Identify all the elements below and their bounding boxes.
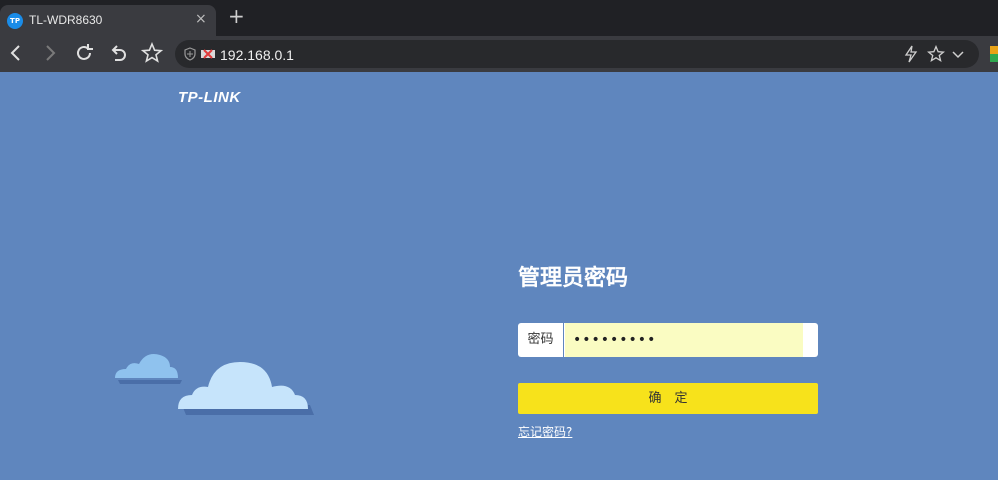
url-text[interactable]: 192.168.0.1	[220, 47, 294, 63]
undo-icon[interactable]	[107, 42, 129, 64]
page-title: 管理员密码	[518, 266, 629, 291]
password-input[interactable]: •••••••••	[565, 323, 803, 357]
not-secure-icon[interactable]	[200, 48, 216, 60]
clouds-illustration	[115, 354, 314, 415]
tp-link-favicon-icon: TP	[7, 13, 23, 29]
password-field-group: 密码 •••••••••	[518, 323, 818, 357]
lightning-icon[interactable]	[903, 45, 919, 63]
tp-link-logo: TP-LINK	[178, 89, 241, 106]
tab-title: TL-WDR8630	[29, 13, 103, 27]
extension-icon[interactable]	[990, 46, 998, 62]
shield-icon[interactable]	[184, 47, 196, 61]
password-label: 密码	[518, 323, 564, 357]
forward-icon[interactable]	[39, 42, 61, 64]
browser-tab[interactable]: TP TL-WDR8630 ×	[0, 5, 216, 36]
address-bar[interactable]: 192.168.0.1	[175, 40, 979, 68]
new-tab-icon[interactable]: +	[228, 6, 245, 26]
router-login-page: TP-LINK 管理员密码 密码 ••••••••• 确 定 忘记密码?	[0, 72, 998, 480]
chevron-down-icon[interactable]	[951, 45, 965, 63]
tab-close-icon[interactable]: ×	[195, 11, 207, 27]
tab-strip: TP TL-WDR8630 × +	[0, 0, 998, 36]
forgot-password-link[interactable]: 忘记密码?	[518, 423, 572, 440]
back-icon[interactable]	[5, 42, 27, 64]
reload-icon[interactable]	[73, 42, 95, 64]
browser-toolbar: 192.168.0.1	[0, 36, 998, 72]
bookmark-star-icon[interactable]	[141, 42, 163, 64]
favorite-star-icon[interactable]	[927, 45, 945, 63]
confirm-button[interactable]: 确 定	[518, 383, 818, 414]
